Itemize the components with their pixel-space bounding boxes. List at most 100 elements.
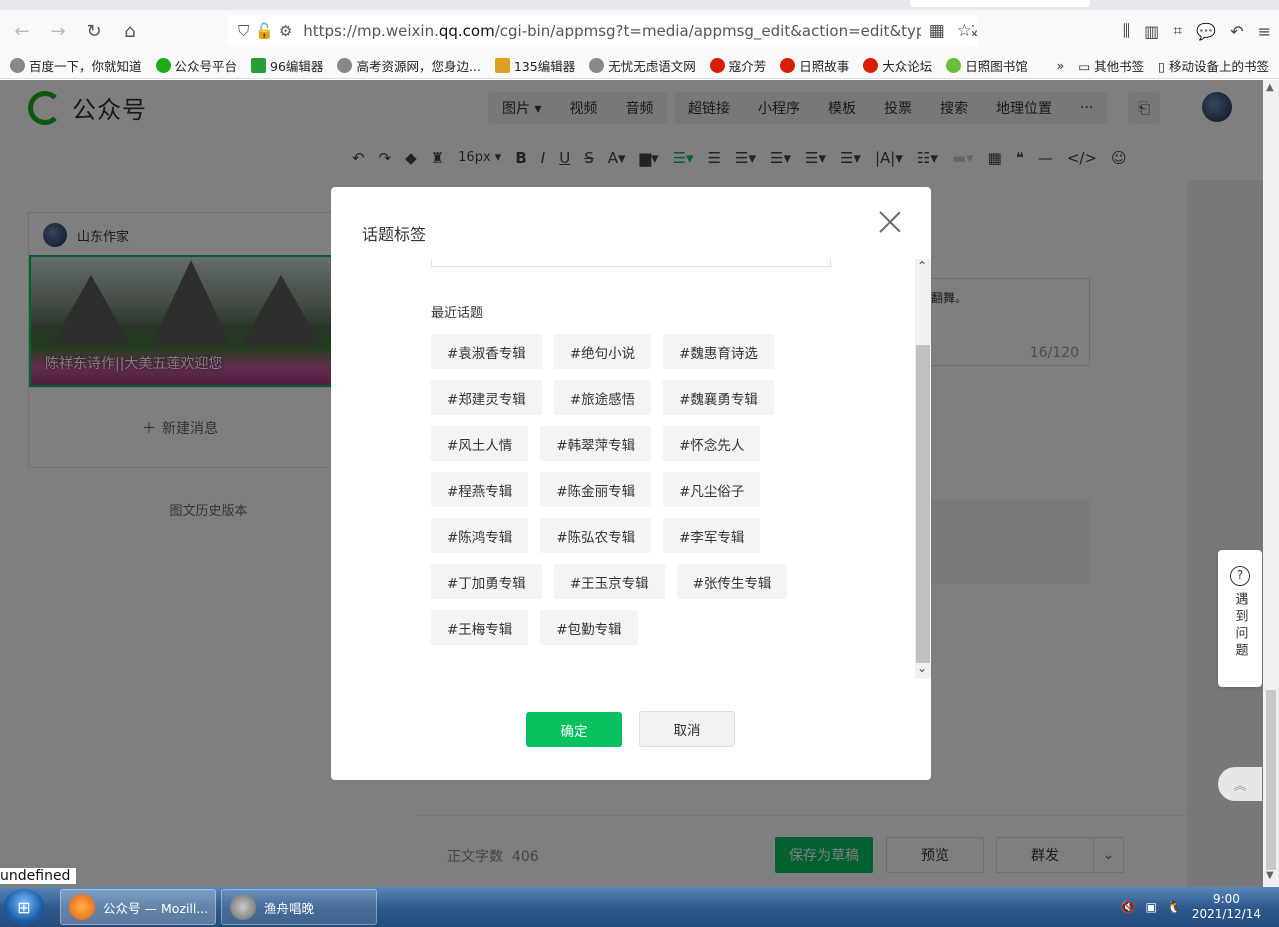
tag-row: #程燕专辑 #陈金丽专辑 #凡尘俗子 — [431, 472, 851, 507]
bookmark-item[interactable]: 日照故事 — [780, 56, 849, 75]
dialog-body: 最近话题 #袁淑香专辑 #绝句小说 #魏惠育诗选 #郑建灵专辑 #旅途感悟 #魏… — [331, 259, 931, 679]
url-text[interactable]: https://mp.weixin.qq.com/cgi-bin/appmsg?… — [303, 22, 978, 40]
url-path: /cgi-bin/appmsg?t=media/appmsg_edit&acti… — [494, 22, 978, 40]
scroll-down-icon[interactable]: ⌄ — [917, 661, 927, 675]
topic-tag[interactable]: #包勤专辑 — [540, 610, 638, 645]
dialog-scroll-thumb[interactable] — [916, 345, 930, 663]
taskbar-item-music[interactable]: 渔舟唱晚 — [221, 889, 377, 925]
topic-tag[interactable]: #丁加勇专辑 — [431, 564, 542, 599]
bookmarks-right: » ▭ 其他书签 ▯ 移动设备上的书签 — [1057, 52, 1269, 79]
start-icon[interactable]: ⊞ — [4, 889, 44, 925]
globe-icon — [337, 57, 353, 73]
star-icon[interactable]: ☆ — [957, 21, 972, 41]
network-icon[interactable]: ▣ — [1146, 900, 1157, 914]
status-text: undefined — [0, 868, 77, 884]
qq-icon[interactable]: 🐧 — [1167, 900, 1182, 914]
taskbar-item-firefox[interactable]: 公众号 — Mozill... — [60, 889, 216, 925]
home-icon[interactable]: ⌂ — [112, 15, 148, 47]
lock-icon[interactable]: 🔓 — [255, 22, 274, 40]
volume-muted-icon[interactable]: 🔇 — [1121, 900, 1136, 914]
tab-strip — [0, 0, 1279, 10]
scroll-up-icon[interactable]: ⌃ — [917, 259, 927, 273]
back-to-top-icon[interactable]: ︽ — [1218, 767, 1262, 801]
confirm-button[interactable]: 确定 — [526, 712, 622, 747]
library-icon[interactable]: ⫼ — [1123, 21, 1130, 41]
topic-tag[interactable]: #李军专辑 — [663, 518, 761, 553]
topic-tag[interactable]: #袁淑香专辑 — [431, 334, 542, 369]
bookmark-label: 日照故事 — [799, 58, 850, 74]
crop-icon[interactable]: ⌗ — [1173, 21, 1182, 41]
topic-tag[interactable]: #魏惠育诗选 — [663, 334, 774, 369]
cancel-button[interactable]: 取消 — [639, 711, 735, 747]
page-scroll-thumb[interactable] — [1266, 690, 1276, 870]
qrcode-icon[interactable]: ▦ — [929, 21, 945, 41]
bookmark-item[interactable]: 百度一下，你就知道 — [10, 56, 142, 75]
recent-topics-label: 最近话题 — [431, 306, 484, 321]
bookmark-item[interactable]: 96编辑器 — [251, 56, 323, 75]
url-bar[interactable]: ⛉ 🔓 ⚙ https://mp.weixin.qq.com/cgi-bin/a… — [228, 15, 978, 47]
bookmark-item[interactable]: 大众论坛 — [863, 56, 932, 75]
topic-input[interactable] — [431, 259, 831, 267]
clock[interactable]: 9:00 2021/12/14 — [1192, 892, 1261, 922]
forward-icon[interactable]: → — [40, 15, 76, 47]
topic-tag[interactable]: #绝句小说 — [553, 334, 652, 369]
clock-date: 2021/12/14 — [1191, 907, 1261, 921]
mobile-bookmarks[interactable]: ▯ 移动设备上的书签 — [1158, 56, 1269, 75]
bookmark-label: 大众论坛 — [882, 58, 933, 74]
menu-icon[interactable]: ≡ — [1258, 22, 1271, 41]
topic-tag-dialog: 话题标签 最近话题 #袁淑香专辑 #绝句小说 #魏惠育诗选 #郑建灵专辑 #旅途… — [331, 187, 931, 780]
topic-tag[interactable]: #王梅专辑 — [431, 610, 529, 645]
undo-icon[interactable]: ↶ — [1230, 22, 1243, 41]
bookmark-label: 高考资源网，您身边... — [356, 58, 481, 74]
bookmark-item[interactable]: 高考资源网，您身边... — [337, 56, 481, 75]
taskbar: ⊞ 公众号 — Mozill... 渔舟唱晚 🔇 ▣ 🐧 9:00 2021/12… — [0, 887, 1279, 927]
topic-tag[interactable]: #凡尘俗子 — [663, 472, 761, 507]
bookmark-item[interactable]: 寇介芳 — [709, 56, 766, 75]
close-icon[interactable] — [879, 211, 901, 233]
topic-tag[interactable]: #郑建灵专辑 — [431, 380, 542, 415]
topic-tag[interactable]: #陈弘农专辑 — [540, 518, 652, 553]
back-icon[interactable]: ← — [4, 15, 40, 47]
bookmark-item[interactable]: 135编辑器 — [494, 56, 576, 75]
firefox-icon — [69, 894, 95, 920]
bookmarks-bar: 百度一下，你就知道 公众号平台 96编辑器 高考资源网，您身边... 135编辑… — [0, 52, 1279, 79]
reload-icon[interactable]: ↻ — [76, 15, 112, 47]
topic-tag[interactable]: #陈鸿专辑 — [431, 518, 529, 553]
other-bookmarks[interactable]: ▭ 其他书签 — [1078, 56, 1144, 75]
browser-nav-bar: ← → ↻ ⌂ ⛉ 🔓 ⚙ https://mp.weixin.qq.com/c… — [0, 10, 1279, 52]
bookmark-item[interactable]: 日照图书馆 — [946, 56, 1028, 75]
bookmark-item[interactable]: 公众号平台 — [155, 56, 237, 75]
dialog-scrollbar[interactable]: ⌃ ⌄ — [915, 259, 931, 679]
globe-icon — [10, 57, 25, 73]
system-tray: 🔇 ▣ 🐧 9:00 2021/12/14 — [1121, 887, 1279, 927]
topic-tag[interactable]: #程燕专辑 — [431, 472, 529, 507]
active-tab[interactable] — [910, 0, 1090, 7]
globe-icon — [589, 57, 605, 73]
sidebar-icon[interactable]: ▥ — [1144, 22, 1159, 41]
weibo-icon — [780, 57, 796, 73]
topic-tag[interactable]: #旅途感悟 — [553, 380, 652, 415]
leaf-icon — [946, 57, 962, 73]
permissions-icon[interactable]: ⚙ — [278, 22, 293, 40]
bookmark-item[interactable]: 无忧无虑语文网 — [589, 56, 696, 75]
url-host: qq.com — [438, 22, 495, 40]
page-scrollbar[interactable]: ▲ ▼ — [1263, 80, 1279, 887]
scroll-down-icon[interactable]: ▼ — [1266, 870, 1274, 881]
topic-tag[interactable]: #风土人情 — [431, 426, 529, 461]
topic-tag[interactable]: #怀念先人 — [663, 426, 761, 461]
chat-icon[interactable]: 💬 — [1196, 22, 1216, 41]
topic-tag[interactable]: #王玉京专辑 — [553, 564, 665, 599]
bookmark-label: 135编辑器 — [513, 58, 576, 74]
topic-tag[interactable]: #张传生专辑 — [676, 564, 788, 599]
mobile-bookmarks-label: 移动设备上的书签 — [1168, 59, 1269, 74]
help-widget[interactable]: ? 遇到问题 — [1218, 550, 1262, 687]
chevron-more-icon[interactable]: » — [1057, 58, 1065, 73]
bookmark-label: 百度一下，你就知道 — [29, 58, 142, 74]
topic-tag[interactable]: #陈金丽专辑 — [540, 472, 652, 507]
shield-icon[interactable]: ⛉ — [236, 22, 251, 40]
topic-tag[interactable]: #韩翠萍专辑 — [540, 426, 652, 461]
tag-row: #郑建灵专辑 #旅途感悟 #魏襄勇专辑 — [431, 380, 851, 415]
scroll-up-icon[interactable]: ▲ — [1266, 82, 1274, 93]
topic-tag[interactable]: #魏襄勇专辑 — [663, 380, 774, 415]
question-icon: ? — [1230, 566, 1250, 586]
